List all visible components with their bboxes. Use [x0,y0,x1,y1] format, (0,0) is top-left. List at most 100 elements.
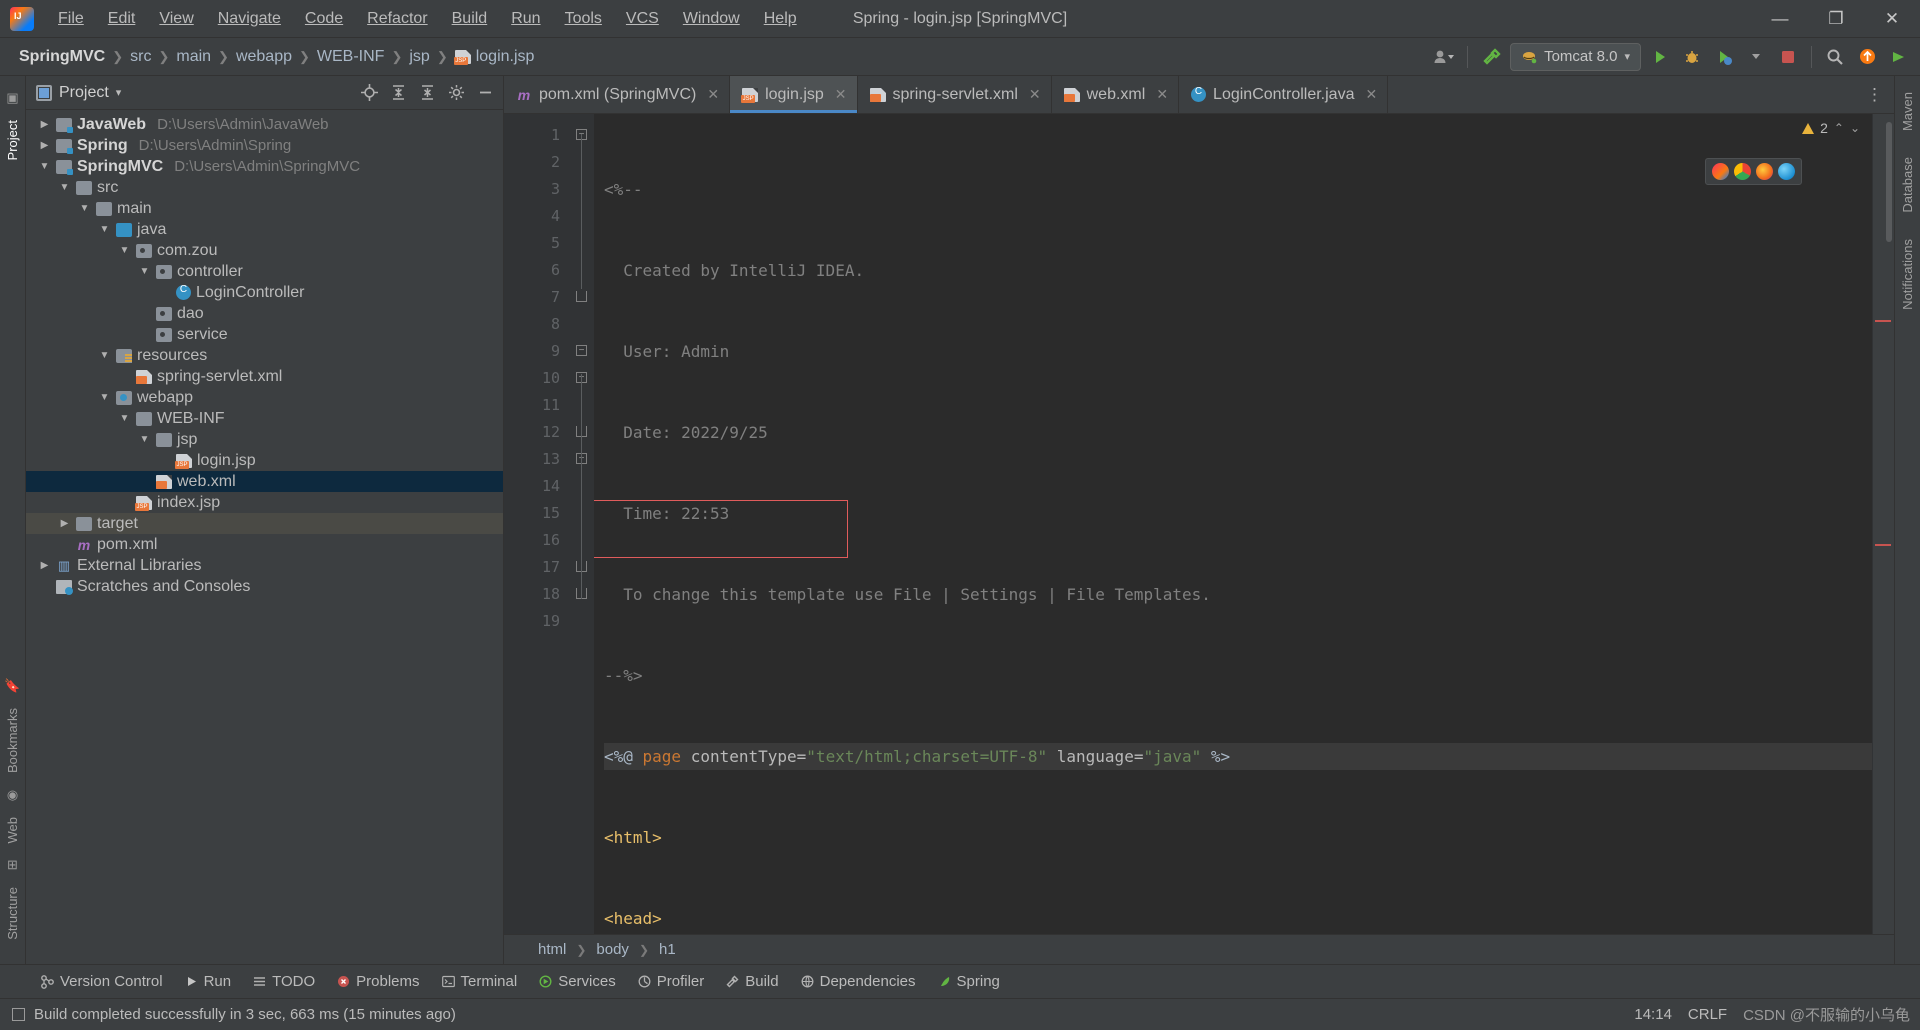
tree-node-dao[interactable]: · dao [26,303,503,324]
build-hammer-icon[interactable] [1478,44,1504,70]
search-everywhere-icon[interactable] [1822,44,1848,70]
tool-button-build[interactable]: Build [715,969,789,994]
menu-view[interactable]: View [147,6,205,32]
tree-node-target[interactable]: ▶ target [26,513,503,534]
chevron-up-icon[interactable]: ⌃ [1834,121,1844,135]
inspection-widget[interactable]: 2 ⌃ ⌄ [1802,120,1860,136]
minimize-button[interactable]: — [1752,0,1808,38]
close-tab-icon[interactable]: ✕ [1156,86,1168,103]
menu-refactor[interactable]: Refactor [355,6,439,32]
run-icon[interactable] [1647,44,1673,70]
fold-end-icon[interactable] [576,291,587,302]
tab-spring-servlet-xml[interactable]: spring-servlet.xml ✕ [858,76,1052,113]
tab-login-jsp[interactable]: login.jsp ✕ [730,76,858,113]
tab-logincontroller-java[interactable]: LoginController.java ✕ [1179,76,1389,113]
tree-node-web-xml[interactable]: · web.xml [26,471,503,492]
chevron-down-icon[interactable]: ▼ [138,266,151,277]
tree-node-controller[interactable]: ▼ controller [26,261,503,282]
chevron-down-icon[interactable]: ⌄ [1850,121,1860,135]
close-tab-icon[interactable]: ✕ [707,86,719,103]
chevron-down-icon[interactable]: ▼ [38,161,51,172]
person-icon[interactable] [1431,44,1457,70]
menu-navigate[interactable]: Navigate [206,6,293,32]
run-with-coverage-icon[interactable] [1711,44,1737,70]
more-run-options-icon[interactable] [1743,44,1769,70]
project-panel-title[interactable]: Project ▾ [36,84,121,102]
chevron-right-icon[interactable]: ▶ [58,518,71,529]
chevron-down-icon[interactable]: ▾ [1624,50,1630,63]
tree-node-javaweb[interactable]: ▶ JavaWeb D:\Users\Admin\JavaWeb [26,114,503,135]
debug-icon[interactable] [1679,44,1705,70]
menu-code[interactable]: Code [293,6,355,32]
hide-window-icon[interactable] [475,83,495,103]
source-code[interactable]: <%-- Created by IntelliJ IDEA. User: Adm… [594,114,1872,934]
menu-tools[interactable]: Tools [553,6,614,32]
menu-file[interactable]: File [46,6,96,32]
menu-build[interactable]: Build [440,6,500,32]
chevron-down-icon[interactable]: ▼ [58,182,71,193]
chevron-down-icon[interactable]: ▼ [118,245,131,256]
analysis-error-marker[interactable] [1875,320,1891,322]
editor-breadcrumb-body[interactable]: body [590,940,635,959]
close-tab-icon[interactable]: ✕ [835,86,847,103]
strip-tab-project[interactable]: Project [2,112,23,168]
tree-node-jsp[interactable]: ▼ jsp [26,429,503,450]
strip-tab-structure[interactable]: Structure [2,879,23,948]
analysis-scroll-gutter[interactable] [1872,114,1894,934]
chrome-browser-icon[interactable] [1734,163,1751,180]
tree-node-login-jsp[interactable]: · login.jsp [26,450,503,471]
settings-gear-icon[interactable] [446,83,466,103]
menu-run[interactable]: Run [499,6,552,32]
chevron-down-icon[interactable]: ▼ [98,350,111,361]
tree-node-java[interactable]: ▼ java [26,219,503,240]
tree-node-web-inf[interactable]: ▼ WEB-INF [26,408,503,429]
strip-tab-web[interactable]: Web [2,809,23,852]
chevron-down-icon[interactable]: ▼ [138,434,151,445]
tree-node-src[interactable]: ▼ src [26,177,503,198]
close-button[interactable]: ✕ [1864,0,1920,38]
code-editor[interactable]: 12345678910111213141516171819 −−−− <%-- … [504,114,1894,934]
tree-node-spring[interactable]: ▶ Spring D:\Users\Admin\Spring [26,135,503,156]
strip-tab-database[interactable]: Database [1897,149,1918,221]
target-icon[interactable] [359,83,379,103]
updates-icon[interactable] [1854,44,1880,70]
tree-node-scratches-and-consoles[interactable]: · Scratches and Consoles [26,576,503,597]
strip-tab-bookmarks[interactable]: Bookmarks [2,700,23,781]
more-tabs-icon[interactable]: ⋮ [1866,85,1884,105]
chevron-right-icon[interactable]: ▶ [38,560,51,571]
tree-node-webapp[interactable]: ▼ webapp [26,387,503,408]
project-tree[interactable]: ▶ JavaWeb D:\Users\Admin\JavaWeb ▶ Spring D:\… [26,110,503,964]
firefox-browser-icon[interactable] [1756,163,1773,180]
menu-vcs[interactable]: VCS [614,6,671,32]
tree-node-main[interactable]: ▼ main [26,198,503,219]
tool-button-spring[interactable]: Spring [927,969,1011,994]
chevron-down-icon[interactable]: ▼ [98,392,111,403]
chevron-down-icon[interactable]: ▼ [118,413,131,424]
breadcrumb-project[interactable]: SpringMVC [14,46,110,68]
run-configuration-selector[interactable]: Tomcat 8.0 ▾ [1510,42,1641,71]
tool-button-version-control[interactable]: Version Control [30,969,174,994]
tree-node-index-jsp[interactable]: · index.jsp [26,492,503,513]
tree-node-logincontroller[interactable]: · LoginController [26,282,503,303]
code-folding-gutter[interactable]: − − − − [572,114,594,934]
tree-node-springmvc[interactable]: ▼ SpringMVC D:\Users\Admin\SpringMVC [26,156,503,177]
editor-breadcrumb-html[interactable]: html [532,940,572,959]
fold-collapse-icon[interactable]: − [576,345,587,356]
menu-edit[interactable]: Edit [96,6,148,32]
tool-button-profiler[interactable]: Profiler [627,969,716,994]
collapse-all-icon[interactable] [417,83,437,103]
strip-tab-maven[interactable]: Maven [1897,84,1918,139]
expand-all-icon[interactable] [388,83,408,103]
tool-button-problems[interactable]: Problems [326,969,430,994]
tool-button-terminal[interactable]: Terminal [431,969,529,994]
chevron-right-icon[interactable]: ▶ [38,119,51,130]
stop-icon[interactable] [1775,44,1801,70]
tab-web-xml[interactable]: web.xml ✕ [1052,76,1180,113]
breadcrumb-file[interactable]: login.jsp [450,46,540,68]
tab-pom-xml[interactable]: m pom.xml (SpringMVC) ✕ [504,76,731,113]
edge-browser-icon[interactable] [1778,163,1795,180]
ide-browser-icon[interactable] [1712,163,1729,180]
close-tab-icon[interactable]: ✕ [1365,86,1377,103]
menu-help[interactable]: Help [752,6,809,32]
editor-tabs-overflow[interactable]: ⋮ [1856,76,1894,113]
